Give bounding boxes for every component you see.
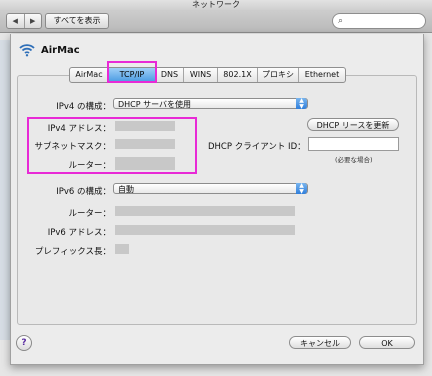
ipv6-config-label: IPv6 の構成：: [56, 187, 111, 197]
router-label: ルーター：: [68, 161, 111, 171]
tab-wins[interactable]: WINS: [184, 68, 218, 82]
advanced-sheet: AirMac AirMac TCP/IP DNS WINS 802.1X プロキ…: [10, 34, 424, 365]
tab-proxy[interactable]: プロキシ: [258, 68, 299, 82]
tab-airmac[interactable]: AirMac: [70, 68, 109, 82]
subnet-mask-value: [115, 139, 175, 149]
search-input[interactable]: ⌕: [332, 13, 426, 29]
ipv4-config-value: DHCP サーバを使用: [118, 100, 192, 109]
ipv4-address-value: [115, 121, 175, 131]
dhcp-client-id-note: (必要な場合): [335, 156, 373, 164]
dhcp-client-id-label: DHCP クライアント ID：: [208, 142, 306, 152]
ipv4-config-label: IPv4 の構成：: [56, 102, 111, 112]
sheet-title: AirMac: [41, 44, 80, 56]
ipv6-address-value: [115, 225, 295, 235]
tab-8021x[interactable]: 802.1X: [218, 68, 258, 82]
show-all-button[interactable]: すべてを表示: [45, 13, 109, 29]
wifi-icon: [19, 44, 35, 57]
ipv4-config-popup[interactable]: DHCP サーバを使用 ▲ ▼: [113, 98, 308, 109]
prefix-length-label: プレフィックス長：: [34, 247, 111, 257]
dhcp-client-id-field[interactable]: [308, 137, 399, 151]
back-forward-control[interactable]: ◀ ▶: [6, 13, 42, 29]
sheet-header: AirMac: [19, 42, 80, 58]
ipv6-config-popup[interactable]: 自動 ▲ ▼: [113, 183, 308, 194]
ipv4-address-label: IPv4 アドレス：: [47, 124, 111, 134]
window-title: ネットワーク: [0, 0, 432, 10]
ipv6-config-value: 自動: [118, 185, 134, 194]
ipv6-router-label: ルーター：: [68, 209, 111, 219]
tab-highlight-box: [107, 61, 157, 83]
tab-ethernet[interactable]: Ethernet: [299, 68, 345, 82]
prefix-length-value: [115, 244, 129, 254]
ok-button[interactable]: OK: [359, 336, 415, 349]
back-arrow-icon[interactable]: ◀: [7, 14, 25, 28]
renew-dhcp-lease-button[interactable]: DHCP リースを更新: [307, 118, 399, 131]
router-value: [115, 157, 175, 170]
tab-dns[interactable]: DNS: [156, 68, 184, 82]
help-button[interactable]: ?: [16, 335, 32, 351]
search-icon: ⌕: [338, 16, 344, 26]
toolbar: ◀ ▶ すべてを表示 ⌕: [0, 10, 432, 33]
popup-arrows-icon: ▲ ▼: [296, 183, 307, 194]
popup-arrows-icon: ▲ ▼: [296, 98, 307, 109]
forward-arrow-icon[interactable]: ▶: [25, 14, 42, 28]
ipv6-router-value: [115, 206, 295, 216]
ipv6-address-label: IPv6 アドレス：: [47, 228, 111, 238]
cancel-button[interactable]: キャンセル: [289, 336, 351, 349]
subnet-mask-label: サブネットマスク：: [34, 142, 111, 152]
tab-panel: [17, 75, 417, 325]
